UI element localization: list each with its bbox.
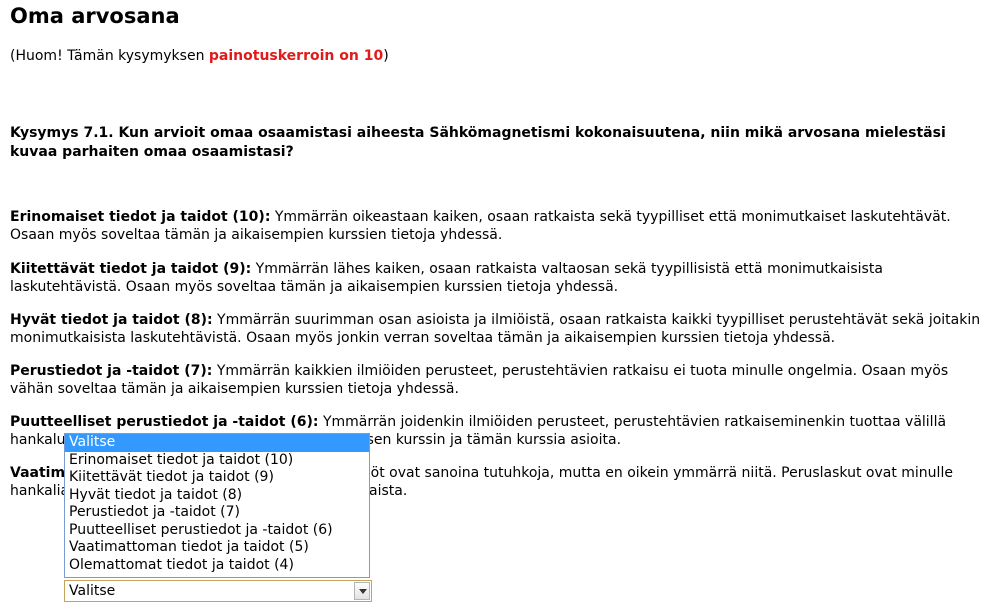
dropdown-option-grade-9[interactable]: Kiitettävät tiedot ja taidot (9) bbox=[65, 469, 369, 487]
weight-note-suffix: ) bbox=[383, 48, 389, 64]
criterion-7: Perustiedot ja -taidot (7): Ymmärrän kai… bbox=[10, 362, 985, 398]
dropdown-option-grade-4[interactable]: Olemattomat tiedot ja taidot (4) bbox=[65, 557, 369, 575]
weight-note: (Huom! Tämän kysymyksen painotuskerroin … bbox=[10, 47, 389, 65]
criterion-title: Hyvät tiedot ja taidot (8): bbox=[10, 312, 213, 328]
criterion-9: Kiitettävät tiedot ja taidot (9): Ymmärr… bbox=[10, 260, 985, 296]
grade-select[interactable]: Valitse bbox=[64, 580, 372, 602]
chevron-down-icon[interactable] bbox=[354, 582, 370, 600]
criterion-title: Kiitettävät tiedot ja taidot (9): bbox=[10, 261, 252, 277]
criterion-title: Perustiedot ja -taidot (7): bbox=[10, 363, 213, 379]
criterion-title: Puutteelliset perustiedot ja -taidot (6)… bbox=[10, 414, 319, 430]
criterion-title: Erinomaiset tiedot ja taidot (10): bbox=[10, 209, 271, 225]
dropdown-option-grade-6[interactable]: Puutteelliset perustiedot ja -taidot (6) bbox=[65, 522, 369, 540]
grade-dropdown-list[interactable]: Valitse Erinomaiset tiedot ja taidot (10… bbox=[64, 433, 370, 578]
criterion-10: Erinomaiset tiedot ja taidot (10): Ymmär… bbox=[10, 208, 985, 244]
dropdown-option-grade-10[interactable]: Erinomaiset tiedot ja taidot (10) bbox=[65, 452, 369, 470]
question-text: Kysymys 7.1. Kun arvioit omaa osaamistas… bbox=[10, 125, 946, 160]
dropdown-option-grade-8[interactable]: Hyvät tiedot ja taidot (8) bbox=[65, 487, 369, 505]
grade-select-value: Valitse bbox=[69, 583, 116, 599]
dropdown-option-grade-5[interactable]: Vaatimattoman tiedot ja taidot (5) bbox=[65, 539, 369, 557]
weight-coefficient: painotuskerroin on 10 bbox=[208, 48, 384, 64]
dropdown-option-valitse[interactable]: Valitse bbox=[65, 434, 369, 452]
page-title: Oma arvosana bbox=[10, 4, 180, 28]
weight-note-prefix: (Huom! Tämän kysymyksen bbox=[10, 48, 209, 64]
criterion-8: Hyvät tiedot ja taidot (8): Ymmärrän suu… bbox=[10, 311, 985, 347]
dropdown-option-grade-7[interactable]: Perustiedot ja -taidot (7) bbox=[65, 504, 369, 522]
